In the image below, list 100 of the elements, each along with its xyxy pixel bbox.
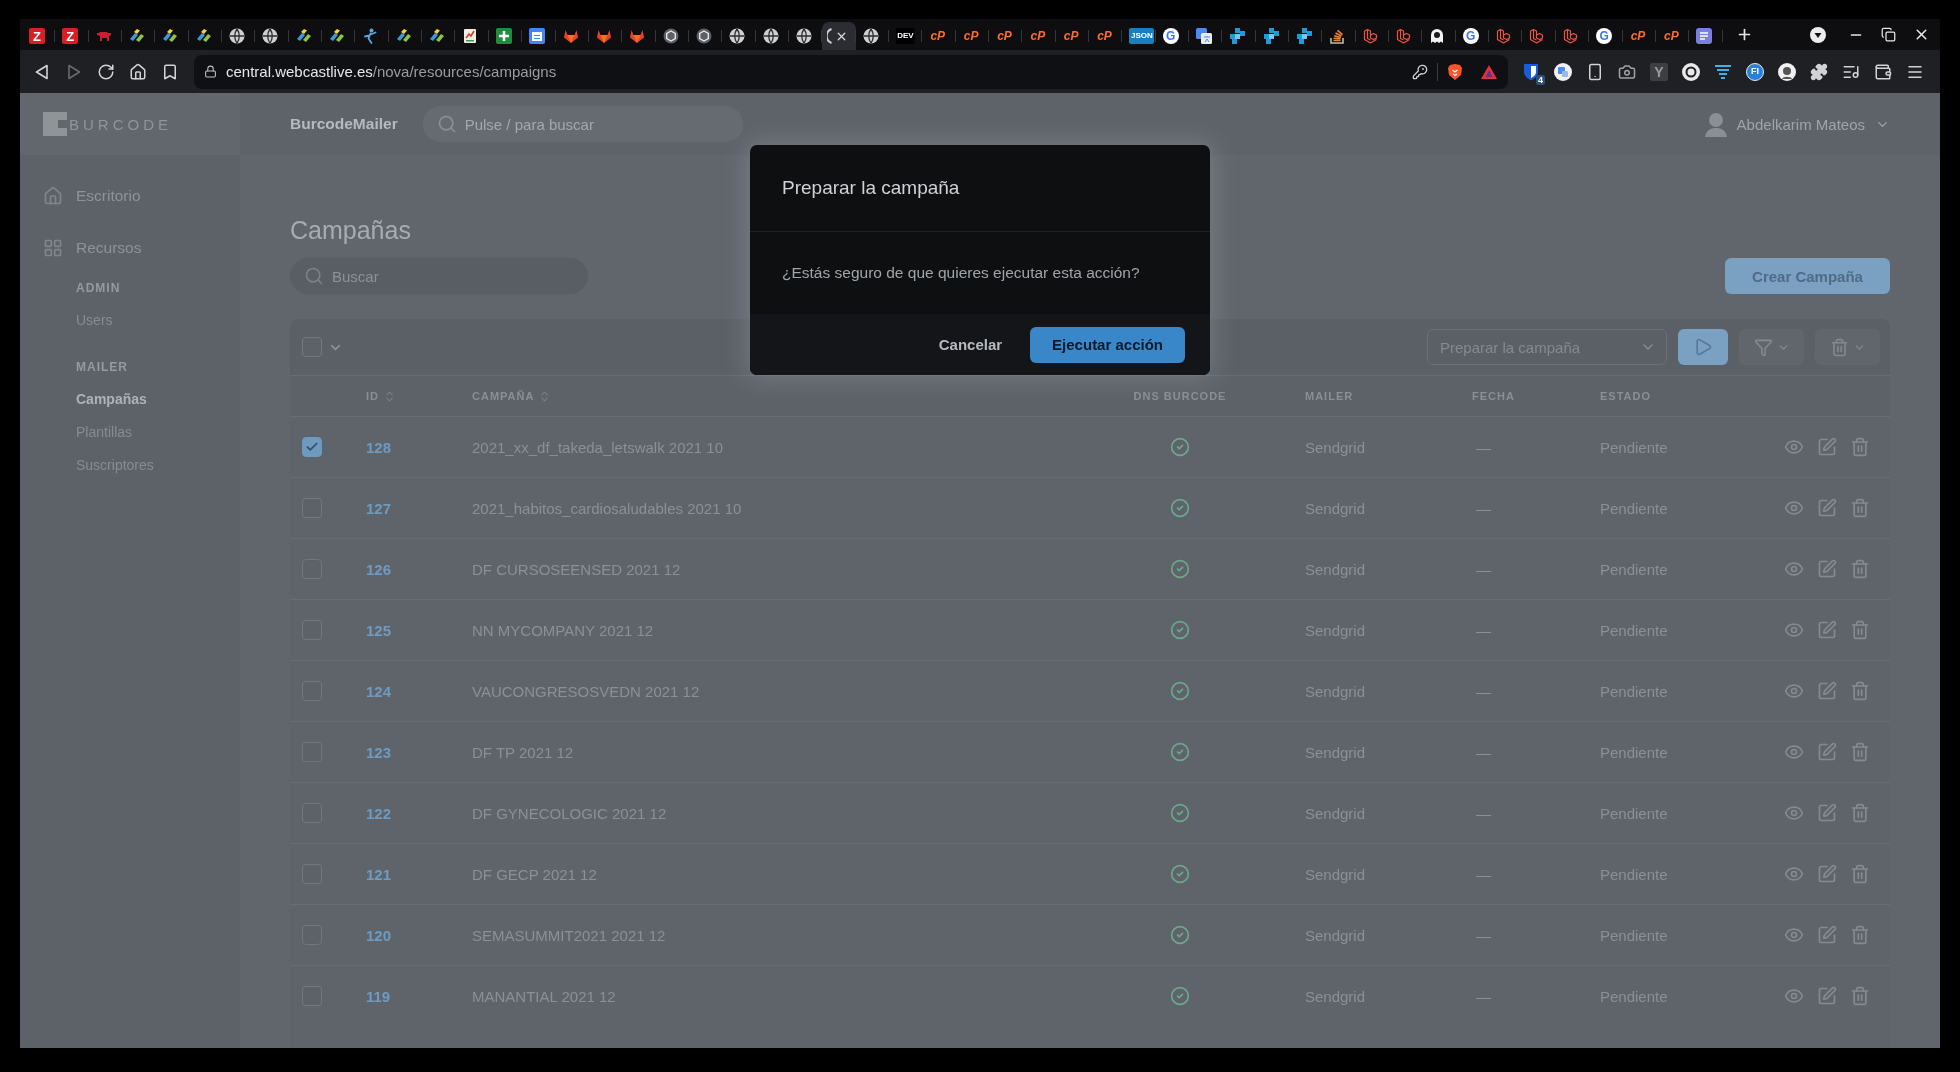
address-field[interactable]: central.webcastlive.es/nova/resources/campaigns xyxy=(194,54,1508,89)
id-link[interactable]: 128 xyxy=(366,438,392,456)
bookmark-icon[interactable] xyxy=(161,62,179,81)
filter-icon xyxy=(1753,337,1773,357)
favicon-tile: G xyxy=(1596,28,1613,44)
browser-tab[interactable]: cP xyxy=(988,22,1023,50)
slanted-bars-icon xyxy=(395,28,412,44)
favicon-label: cP xyxy=(962,28,980,44)
lines-icon[interactable] xyxy=(1714,62,1732,81)
browser-tab[interactable]: G xyxy=(1589,22,1623,50)
globe-icon xyxy=(729,28,746,44)
id-link[interactable]: 126 xyxy=(366,560,392,578)
slanted-bars-icon xyxy=(129,28,146,44)
cube-icon xyxy=(1562,28,1579,44)
browser-tab[interactable]: DEV xyxy=(888,22,923,50)
favicon-tile: G xyxy=(1462,28,1479,44)
translate-icon[interactable] xyxy=(1554,62,1572,81)
extension-tile[interactable]: Y xyxy=(1650,62,1668,81)
cube-icon xyxy=(1529,28,1546,44)
id-link[interactable]: 121 xyxy=(366,865,392,883)
browser-tab[interactable]: G xyxy=(1455,22,1490,50)
favicon-tile: Z xyxy=(29,28,45,44)
browser-tab[interactable] xyxy=(822,22,856,50)
browser-tab[interactable]: cP xyxy=(1622,22,1656,50)
id-link[interactable]: 124 xyxy=(366,682,392,700)
favicon-label: cP xyxy=(1629,28,1647,44)
cube-icon xyxy=(1496,28,1513,44)
browser-tab[interactable]: cP xyxy=(1655,22,1690,50)
favicon-label: cP xyxy=(1663,28,1680,44)
browser-tab[interactable]: cP xyxy=(1022,22,1056,50)
globe-icon xyxy=(762,28,779,44)
key-icon[interactable] xyxy=(1412,63,1428,80)
fox-icon xyxy=(595,28,612,44)
date-text: — xyxy=(1476,621,1491,639)
play-icon xyxy=(1693,337,1713,357)
favicon-tile: DEV xyxy=(895,28,915,44)
date-text: — xyxy=(1476,560,1491,578)
url-text: central.webcastlive.es/nova/resources/campaigns xyxy=(226,63,557,80)
favicon-label: cP xyxy=(929,28,947,44)
browser-tab[interactable]: cP xyxy=(1089,22,1123,50)
checkbox[interactable] xyxy=(302,337,322,357)
checkbox[interactable] xyxy=(302,437,322,457)
date-text: — xyxy=(1476,682,1491,700)
date-text: — xyxy=(1476,438,1491,456)
id-link[interactable]: 122 xyxy=(366,804,392,822)
favicon-label: cP xyxy=(1029,28,1047,44)
id-link[interactable]: 123 xyxy=(366,743,392,761)
plus-tile-icon xyxy=(495,28,512,44)
dropdown-icon[interactable] xyxy=(1810,26,1826,43)
squares-icon xyxy=(1296,28,1313,44)
slanted-bars-icon xyxy=(195,28,212,44)
browser-tab[interactable]: G xyxy=(1155,22,1190,50)
triangle-icon[interactable] xyxy=(1480,63,1498,80)
user-name[interactable]: Abdelkarim Mateos xyxy=(1736,115,1865,133)
browser-tab[interactable]: Z xyxy=(55,22,89,50)
check-icon xyxy=(305,440,319,454)
hexagon-icon xyxy=(695,28,712,44)
search-field[interactable]: Pulse / para buscar xyxy=(422,106,743,142)
home-icon[interactable] xyxy=(129,62,147,81)
reload-icon[interactable] xyxy=(97,62,115,81)
ring-icon[interactable] xyxy=(1682,62,1700,81)
browser-tab[interactable]: cP xyxy=(955,22,989,50)
favicon-tile: JSON xyxy=(1129,28,1155,44)
squares-icon xyxy=(1229,28,1246,44)
sidebar-heading: MAILER xyxy=(76,359,128,376)
camera-icon[interactable] xyxy=(1618,62,1636,81)
chat-icon xyxy=(1696,28,1713,44)
slanted-bars-icon xyxy=(429,28,446,44)
slanted-bars-icon xyxy=(329,28,346,44)
shield-icon[interactable] xyxy=(1522,62,1540,81)
id-link[interactable]: 125 xyxy=(366,621,392,639)
globe-icon xyxy=(262,28,279,44)
puzzle-icon[interactable] xyxy=(1810,62,1828,81)
cancel-button[interactable]: Cancelar xyxy=(932,326,1009,363)
globe-icon xyxy=(862,28,879,44)
lion-shield-icon[interactable] xyxy=(1447,62,1463,81)
figure-icon xyxy=(362,28,379,44)
fox-icon xyxy=(562,28,579,44)
extension-tile[interactable]: FI xyxy=(1746,62,1764,81)
id-link[interactable]: 119 xyxy=(366,987,391,1005)
sidebar-item[interactable]: Campañas xyxy=(76,385,147,413)
search-icon xyxy=(436,114,457,134)
confirm-button[interactable]: Ejecutar acción xyxy=(1030,326,1185,363)
back-icon[interactable] xyxy=(33,62,51,81)
phone-icon[interactable] xyxy=(1586,62,1604,81)
home-icon xyxy=(43,186,63,206)
id-link[interactable]: 127 xyxy=(366,499,392,517)
favicon-tile: G xyxy=(1162,28,1179,44)
browser-tab[interactable]: Z xyxy=(22,22,56,50)
restore-icon[interactable] xyxy=(1881,27,1896,42)
create-button[interactable]: Crear Campaña xyxy=(1725,258,1890,294)
dialog-message: ¿Estás seguro de que quieres ejecutar esta acción? xyxy=(782,264,1140,282)
browser-tab[interactable]: JSON xyxy=(1122,22,1156,50)
browser-tab[interactable]: cP xyxy=(1055,22,1089,50)
browser-tab[interactable]: cP xyxy=(922,22,956,50)
avatar-icon[interactable] xyxy=(1778,62,1796,81)
sidebar-heading: ADMIN xyxy=(76,280,121,297)
favicon-tile: Z xyxy=(62,28,79,44)
wallet-icon[interactable] xyxy=(1874,62,1892,81)
id-link[interactable]: 120 xyxy=(366,926,392,944)
